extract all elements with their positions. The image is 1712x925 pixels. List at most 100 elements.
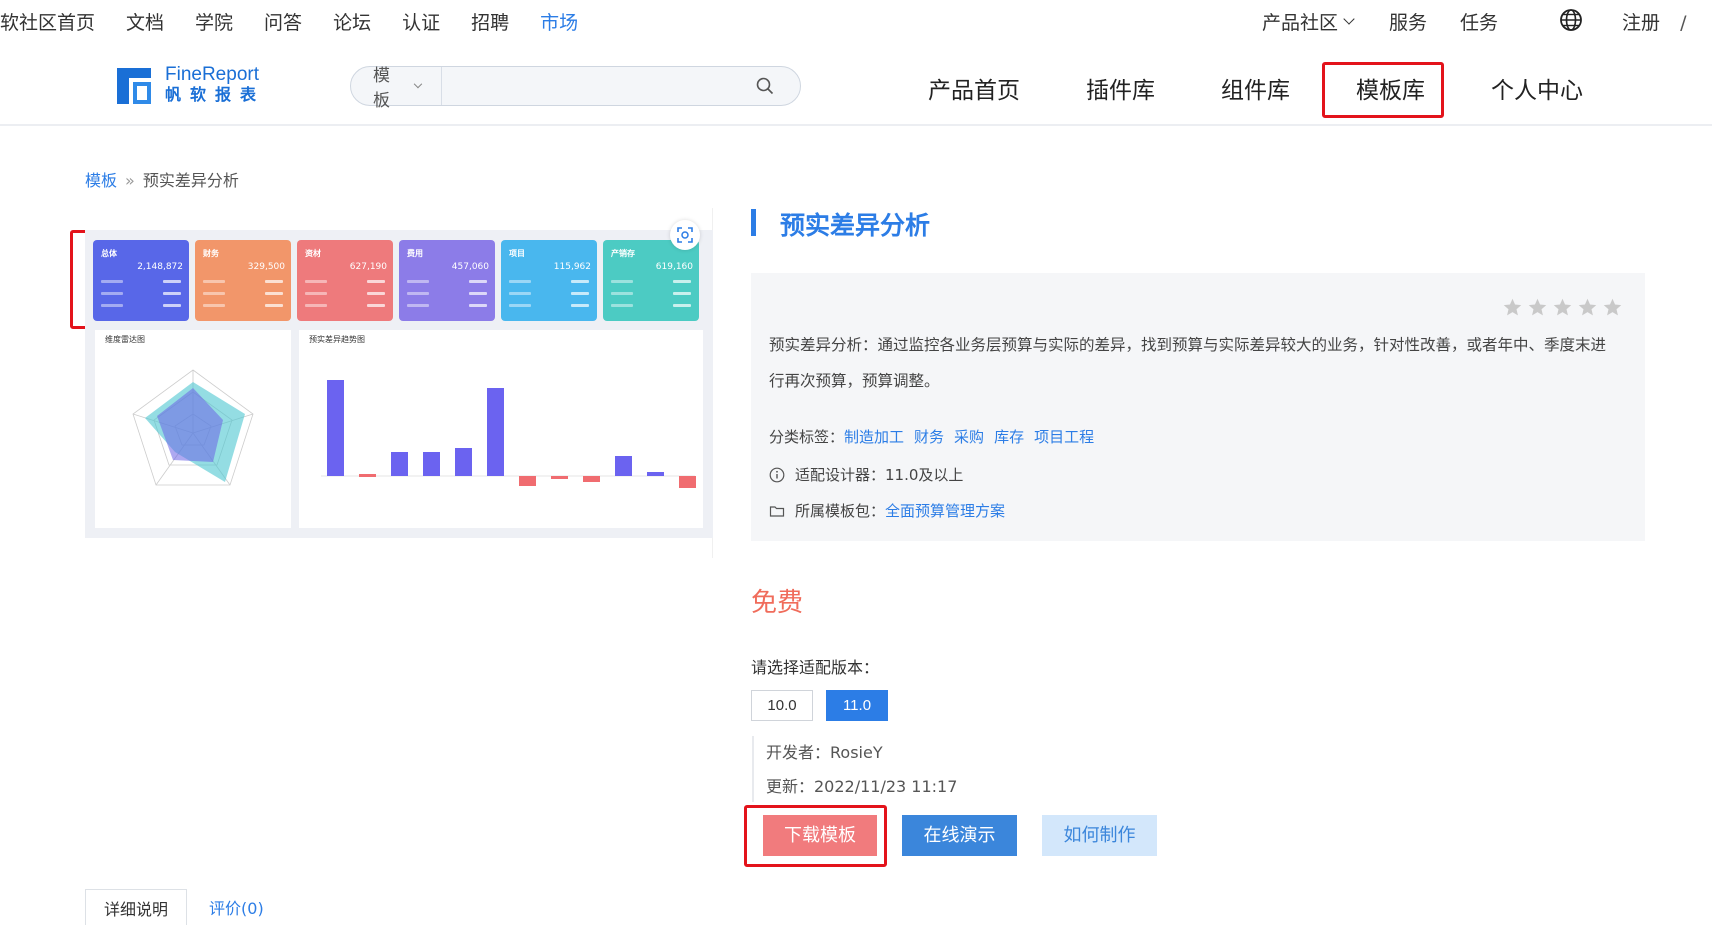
product-community-label: 产品社区	[1262, 12, 1339, 34]
how-to-make-button[interactable]: 如何制作	[1042, 815, 1157, 856]
tag-project-engineering[interactable]: 项目工程	[1034, 428, 1094, 446]
kpi-card-line-value	[367, 280, 385, 283]
search-scope-select[interactable]: 模板	[351, 66, 442, 111]
kpi-card-line-value	[673, 292, 691, 295]
tag-inventory[interactable]: 库存	[994, 428, 1024, 446]
kpi-card-title: 资材	[305, 249, 321, 258]
online-demo-button[interactable]: 在线演示	[902, 815, 1017, 856]
package-link[interactable]: 全面预算管理方案	[885, 500, 1005, 521]
kpi-card-line-value	[163, 280, 181, 283]
top-nav-community-home[interactable]: 软社区首页	[0, 8, 95, 35]
tag-manufacturing[interactable]: 制造加工	[844, 428, 904, 446]
kpi-card-line-value	[265, 280, 283, 283]
kpi-card-line	[101, 292, 123, 295]
product-community-dropdown[interactable]: 产品社区	[1262, 8, 1355, 35]
top-nav-jobs[interactable]: 招聘	[471, 8, 509, 35]
chevron-down-icon	[413, 79, 423, 89]
tag-purchasing[interactable]: 采购	[954, 428, 984, 446]
folder-icon	[769, 505, 785, 517]
nav-component-library[interactable]: 组件库	[1221, 71, 1290, 105]
tab-reviews[interactable]: 评价(0)	[191, 889, 282, 925]
register-link[interactable]: 注册	[1622, 12, 1660, 34]
kpi-card-line	[101, 304, 123, 307]
kpi-card-line	[305, 292, 327, 295]
template-preview[interactable]: 总体 2,148,872 财务 329,500 资材 627,190 费用 457,060 项目…	[85, 208, 713, 558]
tags-label: 分类标签：	[769, 428, 845, 446]
search-scope-label: 模板	[373, 66, 390, 111]
finereport-logo[interactable]: FineReport 帆软报表	[115, 64, 265, 106]
top-nav-docs[interactable]: 文档	[126, 8, 164, 35]
kpi-card-line-value	[469, 304, 487, 307]
package-label: 所属模板包：	[795, 502, 886, 520]
star-icon[interactable]	[1502, 297, 1523, 318]
kpi-card-title: 产销存	[611, 249, 635, 258]
finereport-logo-icon	[117, 68, 151, 104]
breadcrumb: 模板 » 预实差异分析	[85, 167, 239, 191]
kpi-card-line	[203, 280, 225, 283]
search-icon[interactable]	[755, 76, 775, 96]
kpi-card-line	[611, 304, 633, 307]
kpi-card-line-value	[163, 304, 181, 307]
kpi-card-line-value	[469, 280, 487, 283]
radar-chart-thumbnail	[132, 369, 254, 486]
top-nav-market[interactable]: 市场	[540, 8, 578, 35]
kpi-card-value: 457,060	[451, 262, 489, 272]
kpi-card-title: 总体	[101, 249, 117, 258]
kpi-card-line	[305, 280, 327, 283]
star-icon[interactable]	[1602, 297, 1623, 318]
kpi-card-line-value	[163, 292, 181, 295]
kpi-card-line-value	[367, 292, 385, 295]
nav-personal-center[interactable]: 个人中心	[1491, 71, 1583, 105]
kpi-card-line	[611, 280, 633, 283]
kpi-card: 费用 457,060	[399, 240, 495, 321]
version-11-button[interactable]: 11.0	[826, 690, 888, 721]
kpi-card-line-value	[673, 304, 691, 307]
rating-stars[interactable]	[1498, 297, 1623, 318]
tab-details[interactable]: 详细说明	[85, 889, 188, 925]
top-nav-academy[interactable]: 学院	[195, 8, 233, 35]
breadcrumb-separator: »	[125, 171, 135, 190]
top-nav-certification[interactable]: 认证	[402, 8, 440, 35]
version-10-button[interactable]: 10.0	[751, 690, 813, 721]
top-nav-task[interactable]: 任务	[1460, 8, 1498, 35]
globe-icon[interactable]	[1559, 8, 1583, 32]
breadcrumb-parent[interactable]: 模板	[85, 171, 117, 190]
kpi-card: 总体 2,148,872	[93, 240, 189, 321]
star-icon[interactable]	[1577, 297, 1598, 318]
nav-product-home[interactable]: 产品首页	[928, 71, 1020, 105]
kpi-card-title: 财务	[203, 249, 219, 258]
kpi-card-line-value	[571, 280, 589, 283]
star-icon[interactable]	[1527, 297, 1548, 318]
kpi-card: 资材 627,190	[297, 240, 393, 321]
top-nav-service[interactable]: 服务	[1389, 8, 1427, 35]
designer-compat: 适配设计器：11.0及以上	[769, 464, 963, 485]
nav-plugin-library[interactable]: 插件库	[1086, 71, 1155, 105]
search-input[interactable]	[443, 67, 743, 105]
kpi-card-line-value	[571, 304, 589, 307]
kpi-card-line	[611, 292, 633, 295]
template-info-panel: 预实差异分析：通过监控各业务层预算与实际的差异，找到预算与实际差异较大的业务，针…	[751, 273, 1645, 541]
kpi-card-line-value	[265, 292, 283, 295]
highlight-box-template-nav	[1322, 62, 1444, 118]
template-title: 预实差异分析	[780, 211, 931, 240]
breadcrumb-current: 预实差异分析	[142, 171, 239, 190]
kpi-card-line-value	[571, 292, 589, 295]
kpi-card-value: 627,190	[349, 262, 387, 272]
kpi-card-line	[407, 292, 429, 295]
auth-separator: /	[1680, 12, 1687, 34]
kpi-card-line-value	[469, 292, 487, 295]
bar-panel: 预实差异趋势图	[299, 330, 703, 528]
kpi-card-line	[509, 304, 531, 307]
tag-finance[interactable]: 财务	[914, 428, 944, 446]
template-package: 所属模板包： 全面预算管理方案	[769, 500, 1005, 521]
scan-zoom-icon[interactable]	[670, 220, 700, 250]
template-description: 预实差异分析：通过监控各业务层预算与实际的差异，找到预算与实际差异较大的业务，针…	[769, 336, 1607, 390]
kpi-card-line-value	[673, 280, 691, 283]
download-template-button[interactable]: 下载模板	[763, 815, 877, 856]
version-select-label: 请选择适配版本：	[751, 658, 880, 677]
top-nav-forum[interactable]: 论坛	[333, 8, 371, 35]
developer-info: 开发者：RosieY 更新：2022/11/23 11:17	[752, 736, 957, 802]
kpi-card-line	[509, 292, 531, 295]
star-icon[interactable]	[1552, 297, 1573, 318]
top-nav-qa[interactable]: 问答	[264, 8, 302, 35]
